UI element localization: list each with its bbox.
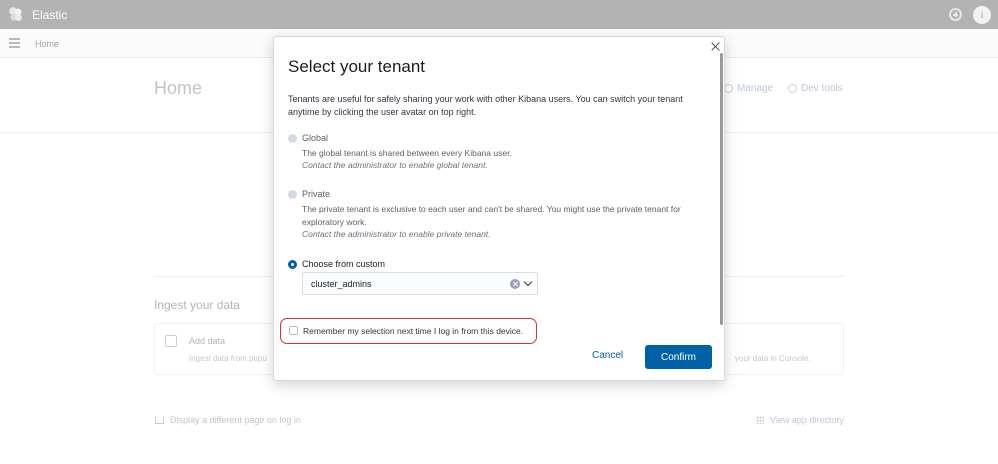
gear-icon [724,84,733,93]
modal-intro: Tenants are useful for safely sharing yo… [288,94,683,117]
chevron-down-icon[interactable] [523,277,533,287]
home-icon [155,416,164,424]
global-tenant-radio[interactable] [288,134,297,143]
global-tenant-label: Global [302,133,329,143]
breadcrumb-home[interactable]: Home [35,39,59,49]
help-icon[interactable] [949,8,962,21]
manage-link-label: Manage [737,83,774,94]
private-tenant-description: The private tenant is exclusive to each … [302,204,681,227]
custom-tenant-label: Choose from custom [302,259,386,269]
select-tenant-modal: Select your tenant Tenants are useful fo… [273,36,725,381]
confirm-button[interactable]: Confirm [645,345,712,369]
add-data-icon [165,335,177,347]
console-card-description: your data in Console. [735,354,811,363]
hamburger-menu-icon[interactable] [9,38,20,48]
app-directory-label: View app directory [770,415,844,425]
brand-name: Elastic [32,8,68,22]
default-page-link[interactable]: Display a different page on log in [155,415,301,425]
remember-selection-checkbox[interactable] [289,326,298,335]
elastic-logo-icon[interactable] [7,6,24,23]
grid-icon [756,416,764,424]
wrench-icon [788,84,797,93]
close-icon[interactable] [711,42,720,51]
global-tenant-note: Contact the administrator to enable glob… [302,160,488,170]
app-directory-link[interactable]: View app directory [756,415,844,425]
manage-link[interactable]: Manage [724,83,773,94]
add-data-title: Add data [189,336,226,346]
modal-scrollbar[interactable] [720,53,723,325]
default-page-label: Display a different page on log in [170,415,301,425]
clear-selection-icon[interactable] [510,279,520,289]
dev-tools-link-label: Dev tools [801,83,843,94]
add-data-description: Ingest data from popu [189,354,267,363]
dev-tools-link[interactable]: Dev tools [788,83,843,94]
custom-tenant-radio[interactable] [288,260,297,269]
custom-tenant-value: cluster_admins [311,279,372,289]
user-avatar[interactable]: i [973,6,991,24]
private-tenant-label: Private [302,189,331,199]
global-tenant-description: The global tenant is shared between ever… [302,148,512,158]
modal-title: Select your tenant [288,57,426,76]
page-title: Home [154,78,203,98]
remember-selection-highlight: Remember my selection next time I log in… [280,318,537,344]
custom-tenant-select[interactable]: cluster_admins [302,272,538,295]
remember-selection-label[interactable]: Remember my selection next time I log in… [303,326,523,336]
private-tenant-radio[interactable] [288,190,297,199]
ingest-section-title: Ingest your data [154,298,241,312]
cancel-button[interactable]: Cancel [592,350,623,361]
top-header: Elastic i [0,0,998,29]
private-tenant-note: Contact the administrator to enable priv… [302,229,491,239]
